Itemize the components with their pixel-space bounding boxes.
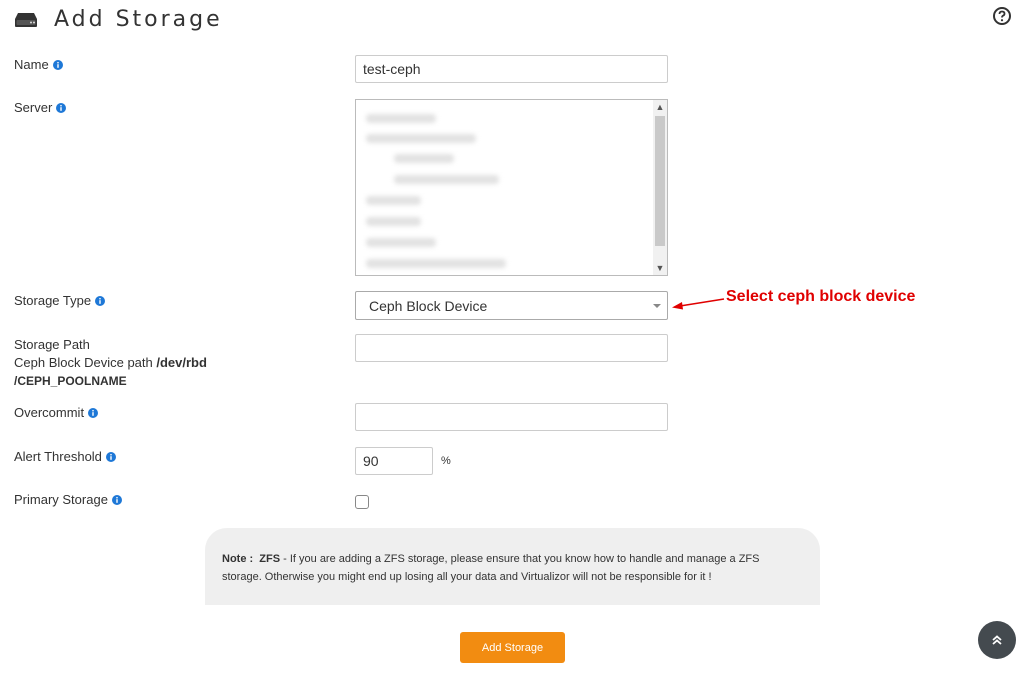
storage-path-hint: Ceph Block Device path /dev/rbd xyxy=(14,355,207,370)
storage-path-label: Storage Path Ceph Block Device path /dev… xyxy=(14,337,207,388)
help-circle-icon[interactable] xyxy=(992,6,1012,26)
info-icon[interactable] xyxy=(88,407,99,418)
primary-storage-checkbox[interactable] xyxy=(355,495,369,509)
overcommit-input[interactable] xyxy=(355,403,668,431)
server-listbox[interactable]: ▲ ▼ xyxy=(355,99,668,276)
server-option[interactable] xyxy=(366,196,421,205)
server-option[interactable] xyxy=(394,175,499,184)
info-icon[interactable] xyxy=(95,295,106,306)
percent-unit: % xyxy=(441,455,451,467)
storage-path-input[interactable] xyxy=(355,334,668,362)
storage-type-selected: Ceph Block Device xyxy=(369,297,488,314)
annotation-arrow-icon xyxy=(672,298,725,310)
server-option[interactable] xyxy=(366,114,436,123)
info-icon[interactable] xyxy=(105,451,116,462)
primary-storage-label: Primary Storage xyxy=(14,492,122,507)
server-option[interactable] xyxy=(366,259,506,268)
alert-threshold-input[interactable] xyxy=(355,447,433,475)
name-label: Name xyxy=(14,57,63,72)
overcommit-label: Overcommit xyxy=(14,405,99,420)
storage-type-select[interactable]: Ceph Block Device xyxy=(355,291,668,320)
alert-threshold-label: Alert Threshold xyxy=(14,449,116,464)
page-title: Add Storage xyxy=(54,7,223,32)
info-icon[interactable] xyxy=(56,102,67,113)
server-option[interactable] xyxy=(366,134,476,143)
storage-type-label: Storage Type xyxy=(14,293,106,308)
server-listbox-scrollbar[interactable]: ▲ ▼ xyxy=(653,100,667,275)
scroll-down-icon[interactable]: ▼ xyxy=(653,261,667,275)
scroll-up-icon[interactable]: ▲ xyxy=(653,100,667,114)
server-option[interactable] xyxy=(394,154,454,163)
server-label: Server xyxy=(14,100,67,115)
double-chevron-up-icon xyxy=(992,635,1002,645)
zfs-note: Note : ZFS - If you are adding a ZFS sto… xyxy=(205,528,820,605)
server-option[interactable] xyxy=(366,238,436,247)
caret-down-icon xyxy=(653,304,661,308)
scrollbar-thumb[interactable] xyxy=(655,116,665,246)
hard-drive-icon xyxy=(15,13,37,27)
scroll-top-button[interactable] xyxy=(978,621,1016,659)
info-icon[interactable] xyxy=(52,59,63,70)
annotation-text: Select ceph block device xyxy=(726,288,916,305)
name-input[interactable] xyxy=(355,55,668,83)
info-icon[interactable] xyxy=(111,494,122,505)
server-option[interactable] xyxy=(366,217,421,226)
add-storage-button[interactable]: Add Storage xyxy=(460,632,565,663)
